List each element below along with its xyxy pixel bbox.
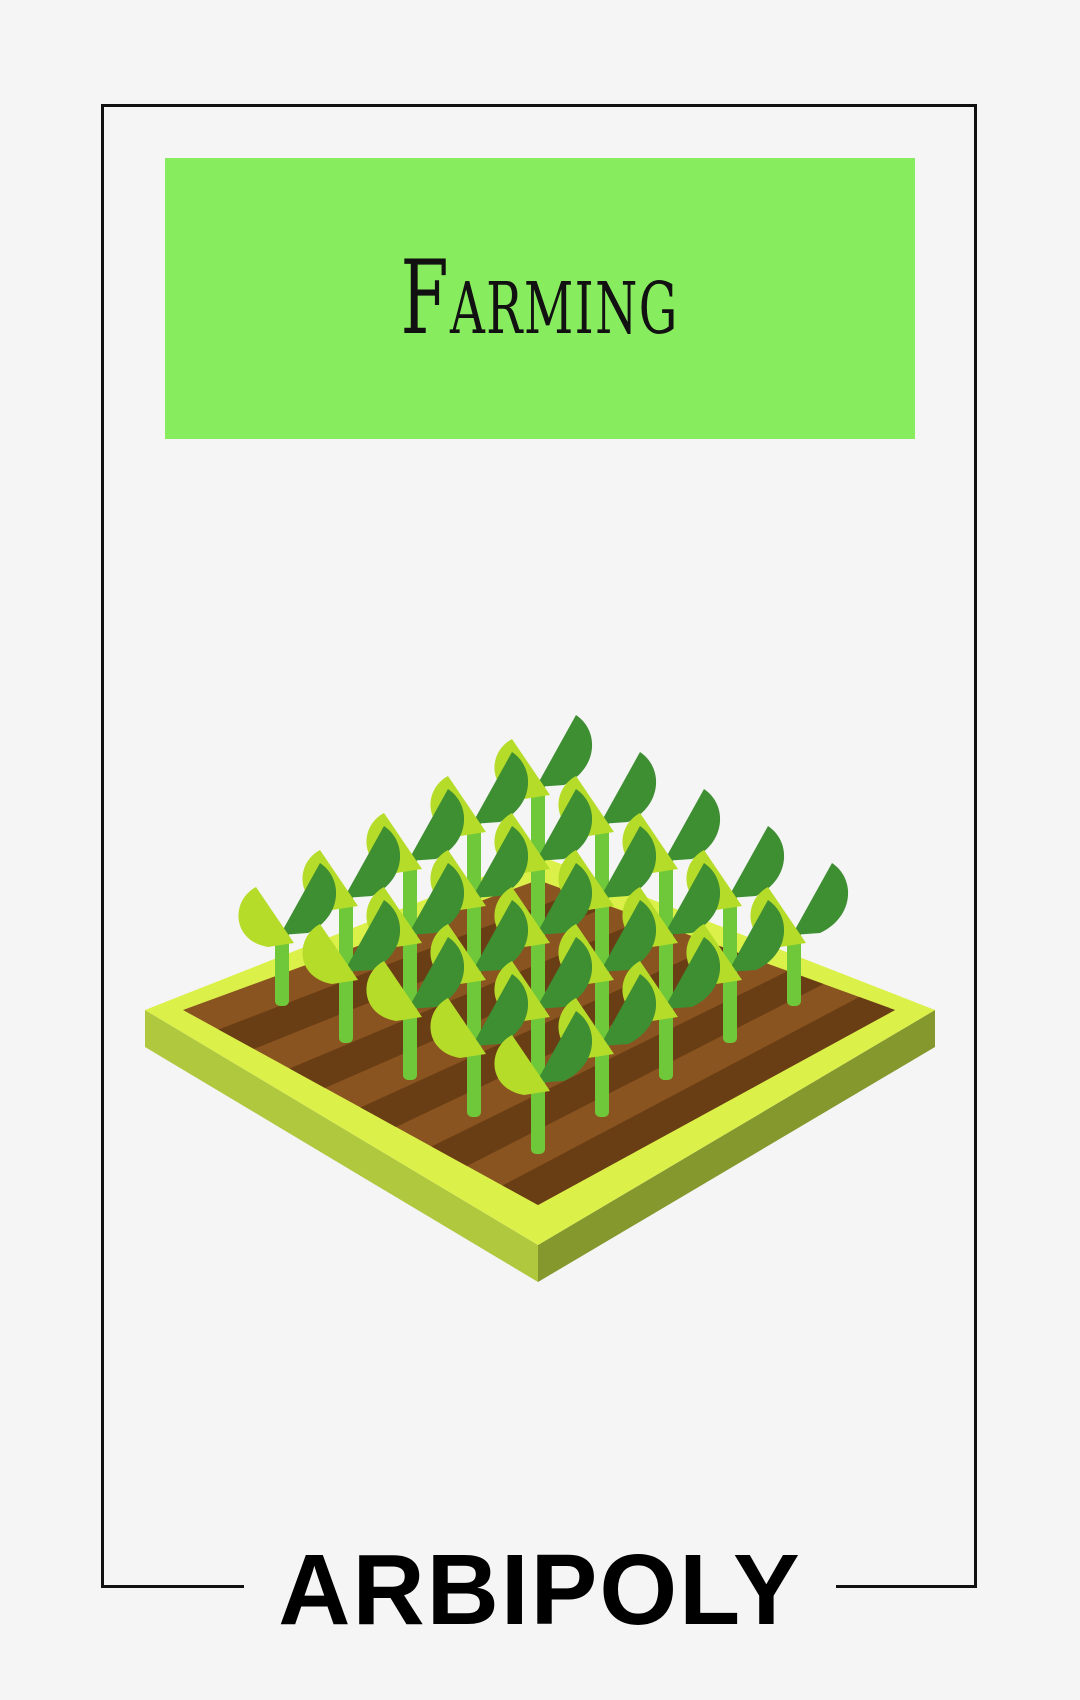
plant-leaf-dark xyxy=(728,826,785,898)
plant-leaf-light xyxy=(238,887,294,947)
brand-name: ARBIPOLY xyxy=(278,1534,802,1646)
plant-leaf-dark xyxy=(792,863,849,935)
plant-leaf-dark xyxy=(664,789,721,861)
crop-field-icon xyxy=(145,715,935,1282)
plant-leaf-dark xyxy=(536,715,593,787)
plant-leaf-dark xyxy=(600,752,657,824)
